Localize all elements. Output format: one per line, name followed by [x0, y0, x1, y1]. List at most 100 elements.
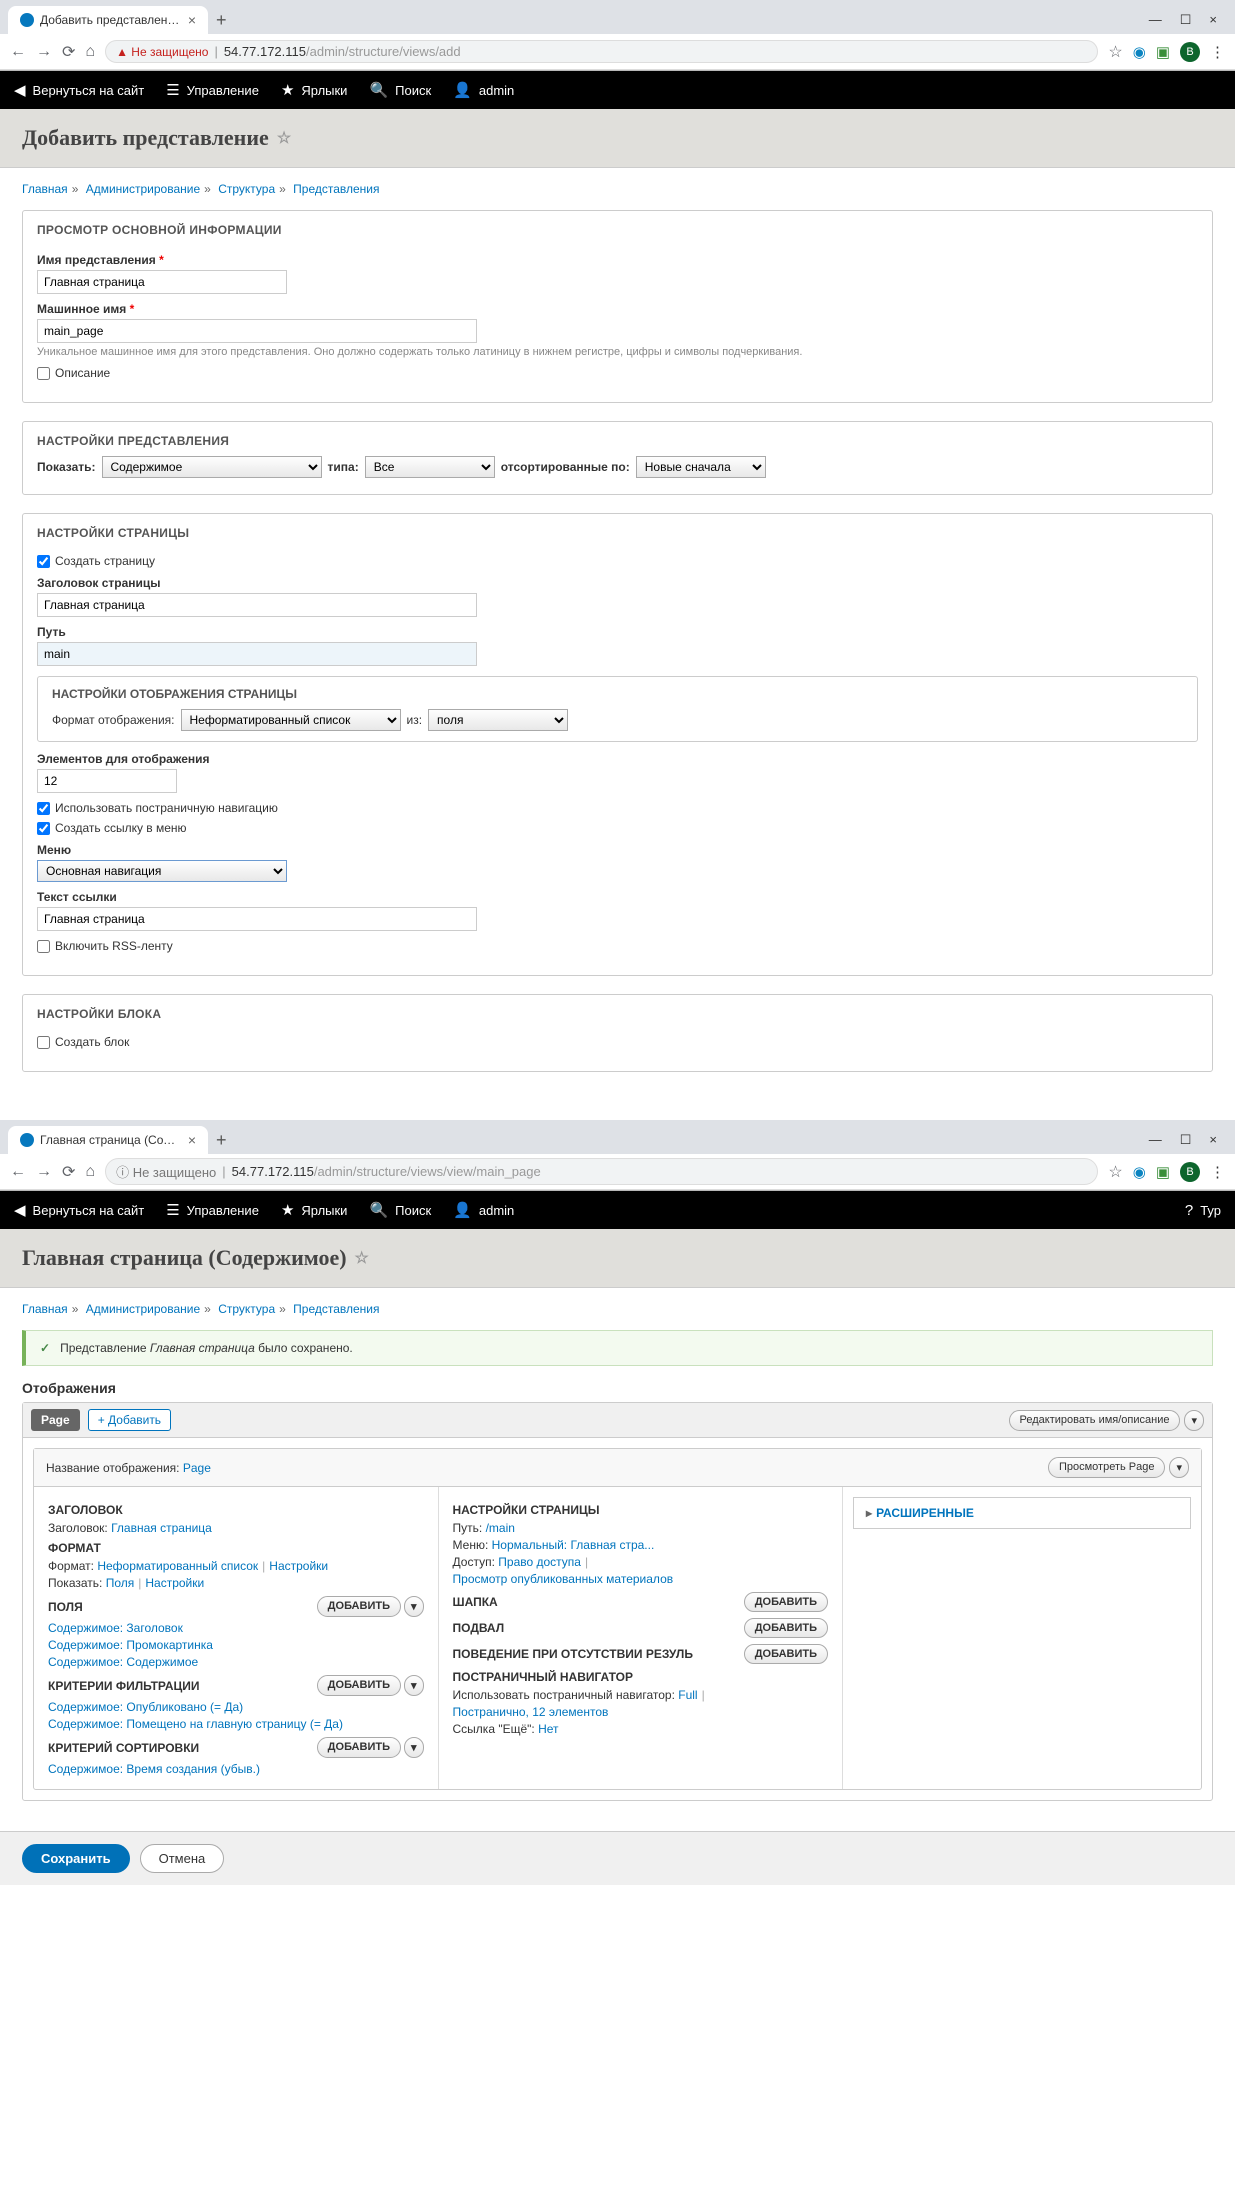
manage-menu[interactable]: ☰Управление	[166, 81, 259, 99]
add-field-button[interactable]: Добавить	[317, 1596, 401, 1617]
pager-link[interactable]: Full	[678, 1688, 697, 1702]
maximize-icon[interactable]: ☐	[1180, 12, 1192, 28]
close-tab-icon[interactable]: ×	[188, 1132, 196, 1148]
user-menu[interactable]: 👤admin	[453, 1201, 514, 1219]
browser-tab[interactable]: Главная страница (Содержимо… ×	[8, 1126, 208, 1154]
menu-icon[interactable]: ⋮	[1210, 1163, 1225, 1181]
more-link[interactable]: Нет	[538, 1722, 558, 1736]
address-bar[interactable]: ▲ Не защищено | 54.77.172.115/admin/stru…	[105, 40, 1098, 63]
manage-menu[interactable]: ☰Управление	[166, 1201, 259, 1219]
format-settings-link[interactable]: Настройки	[269, 1559, 328, 1573]
bookmark-star-icon[interactable]: ☆	[1108, 1162, 1122, 1182]
field-link[interactable]: Содержимое: Промокартинка	[48, 1638, 213, 1652]
create-page-checkbox[interactable]	[37, 555, 50, 568]
breadcrumb-link[interactable]: Главная	[22, 1302, 68, 1316]
address-bar[interactable]: ⓘ Не защищено | 54.77.172.115/admin/stru…	[105, 1158, 1098, 1185]
back-to-site-link[interactable]: ◀Вернуться на сайт	[14, 81, 144, 99]
add-footer-button[interactable]: Добавить	[744, 1618, 828, 1638]
shortcuts-menu[interactable]: ★Ярлыки	[281, 1201, 348, 1219]
extension-icon[interactable]: ▣	[1156, 43, 1170, 61]
title-link[interactable]: Главная страница	[111, 1521, 212, 1535]
preview-button[interactable]: Просмотреть Page	[1048, 1457, 1166, 1478]
add-empty-button[interactable]: Добавить	[744, 1644, 828, 1664]
show-link[interactable]: Поля	[106, 1576, 135, 1590]
filter-link[interactable]: Содержимое: Помещено на главную страницу…	[48, 1717, 343, 1731]
extension-icon[interactable]: ▣	[1156, 1163, 1170, 1181]
breadcrumb-link[interactable]: Главная	[22, 182, 68, 196]
add-header-button[interactable]: Добавить	[744, 1592, 828, 1612]
link-text-input[interactable]	[37, 907, 477, 931]
close-tab-icon[interactable]: ×	[188, 12, 196, 28]
display-tab-page[interactable]: Page	[31, 1409, 80, 1431]
add-filter-button[interactable]: Добавить	[317, 1675, 401, 1696]
forward-icon[interactable]: →	[36, 43, 52, 61]
breadcrumb-link[interactable]: Структура	[218, 1302, 275, 1316]
menu-select[interactable]: Основная навигация	[37, 860, 287, 882]
view-name-input[interactable]	[37, 270, 287, 294]
preview-dropdown-icon[interactable]: ▾	[1169, 1457, 1189, 1478]
items-input[interactable]	[37, 769, 177, 793]
format-link[interactable]: Неформатированный список	[97, 1559, 258, 1573]
home-icon[interactable]: ⌂	[85, 43, 95, 61]
type-select[interactable]: Все	[365, 456, 495, 478]
add-sort-button[interactable]: Добавить	[317, 1737, 401, 1758]
page-title-input[interactable]	[37, 593, 477, 617]
minimize-icon[interactable]: —	[1149, 12, 1162, 28]
show-select[interactable]: Содержимое	[102, 456, 322, 478]
pager-detail-link[interactable]: Постранично, 12 элементов	[453, 1705, 609, 1719]
filter-link[interactable]: Содержимое: Опубликовано (= Да)	[48, 1700, 243, 1714]
new-tab-button[interactable]: +	[208, 1130, 235, 1151]
display-of-select[interactable]: поля	[428, 709, 568, 731]
user-menu[interactable]: 👤admin	[453, 81, 514, 99]
field-link[interactable]: Содержимое: Заголовок	[48, 1621, 183, 1635]
extension-icon[interactable]: ◉	[1133, 43, 1146, 61]
tour-button[interactable]: ?Тур	[1185, 1202, 1221, 1219]
profile-avatar-icon[interactable]: B	[1180, 42, 1200, 62]
add-filter-dropdown-icon[interactable]: ▾	[404, 1675, 424, 1696]
path-input[interactable]	[37, 642, 477, 666]
access-link[interactable]: Право доступа	[498, 1555, 581, 1569]
use-pager-checkbox[interactable]	[37, 802, 50, 815]
edit-name-dropdown-icon[interactable]: ▾	[1184, 1410, 1204, 1431]
description-checkbox[interactable]	[37, 367, 50, 380]
breadcrumb-link[interactable]: Представления	[293, 1302, 379, 1316]
back-to-site-link[interactable]: ◀Вернуться на сайт	[14, 1201, 144, 1219]
browser-tab[interactable]: Добавить представление | Sys… ×	[8, 6, 208, 34]
advanced-toggle[interactable]: ▸РАСШИРЕННЫЕ	[853, 1497, 1191, 1529]
add-display-button[interactable]: + Добавить	[88, 1409, 171, 1431]
search-menu[interactable]: 🔍Поиск	[369, 81, 431, 99]
breadcrumb-link[interactable]: Представления	[293, 182, 379, 196]
shortcuts-menu[interactable]: ★Ярлыки	[281, 81, 348, 99]
path-link[interactable]: /main	[486, 1521, 515, 1535]
edit-name-button[interactable]: Редактировать имя/описание	[1009, 1410, 1181, 1431]
close-window-icon[interactable]: ×	[1209, 1132, 1217, 1148]
reload-icon[interactable]: ⟳	[62, 1162, 75, 1182]
access-detail-link[interactable]: Просмотр опубликованных материалов	[453, 1572, 674, 1586]
cancel-button[interactable]: Отмена	[140, 1844, 225, 1873]
breadcrumb-link[interactable]: Администрирование	[86, 182, 200, 196]
extension-icon[interactable]: ◉	[1133, 1163, 1146, 1181]
back-icon[interactable]: ←	[10, 43, 26, 61]
create-block-checkbox[interactable]	[37, 1036, 50, 1049]
favorite-star-icon[interactable]: ☆	[277, 128, 291, 148]
minimize-icon[interactable]: —	[1149, 1132, 1162, 1148]
display-name-link[interactable]: Page	[183, 1461, 211, 1475]
reload-icon[interactable]: ⟳	[62, 42, 75, 62]
sort-select[interactable]: Новые сначала	[636, 456, 766, 478]
favorite-star-icon[interactable]: ☆	[355, 1248, 369, 1268]
bookmark-star-icon[interactable]: ☆	[1108, 42, 1122, 62]
maximize-icon[interactable]: ☐	[1180, 1132, 1192, 1148]
add-field-dropdown-icon[interactable]: ▾	[404, 1596, 424, 1617]
close-window-icon[interactable]: ×	[1209, 12, 1217, 28]
home-icon[interactable]: ⌂	[85, 1163, 95, 1181]
back-icon[interactable]: ←	[10, 1163, 26, 1181]
new-tab-button[interactable]: +	[208, 10, 235, 31]
save-button[interactable]: Сохранить	[22, 1844, 130, 1873]
forward-icon[interactable]: →	[36, 1163, 52, 1181]
search-menu[interactable]: 🔍Поиск	[369, 1201, 431, 1219]
sort-link[interactable]: Содержимое: Время создания (убыв.)	[48, 1762, 260, 1776]
menu-link[interactable]: Нормальный: Главная стра...	[492, 1538, 655, 1552]
field-link[interactable]: Содержимое: Содержимое	[48, 1655, 198, 1669]
breadcrumb-link[interactable]: Структура	[218, 182, 275, 196]
rss-checkbox[interactable]	[37, 940, 50, 953]
